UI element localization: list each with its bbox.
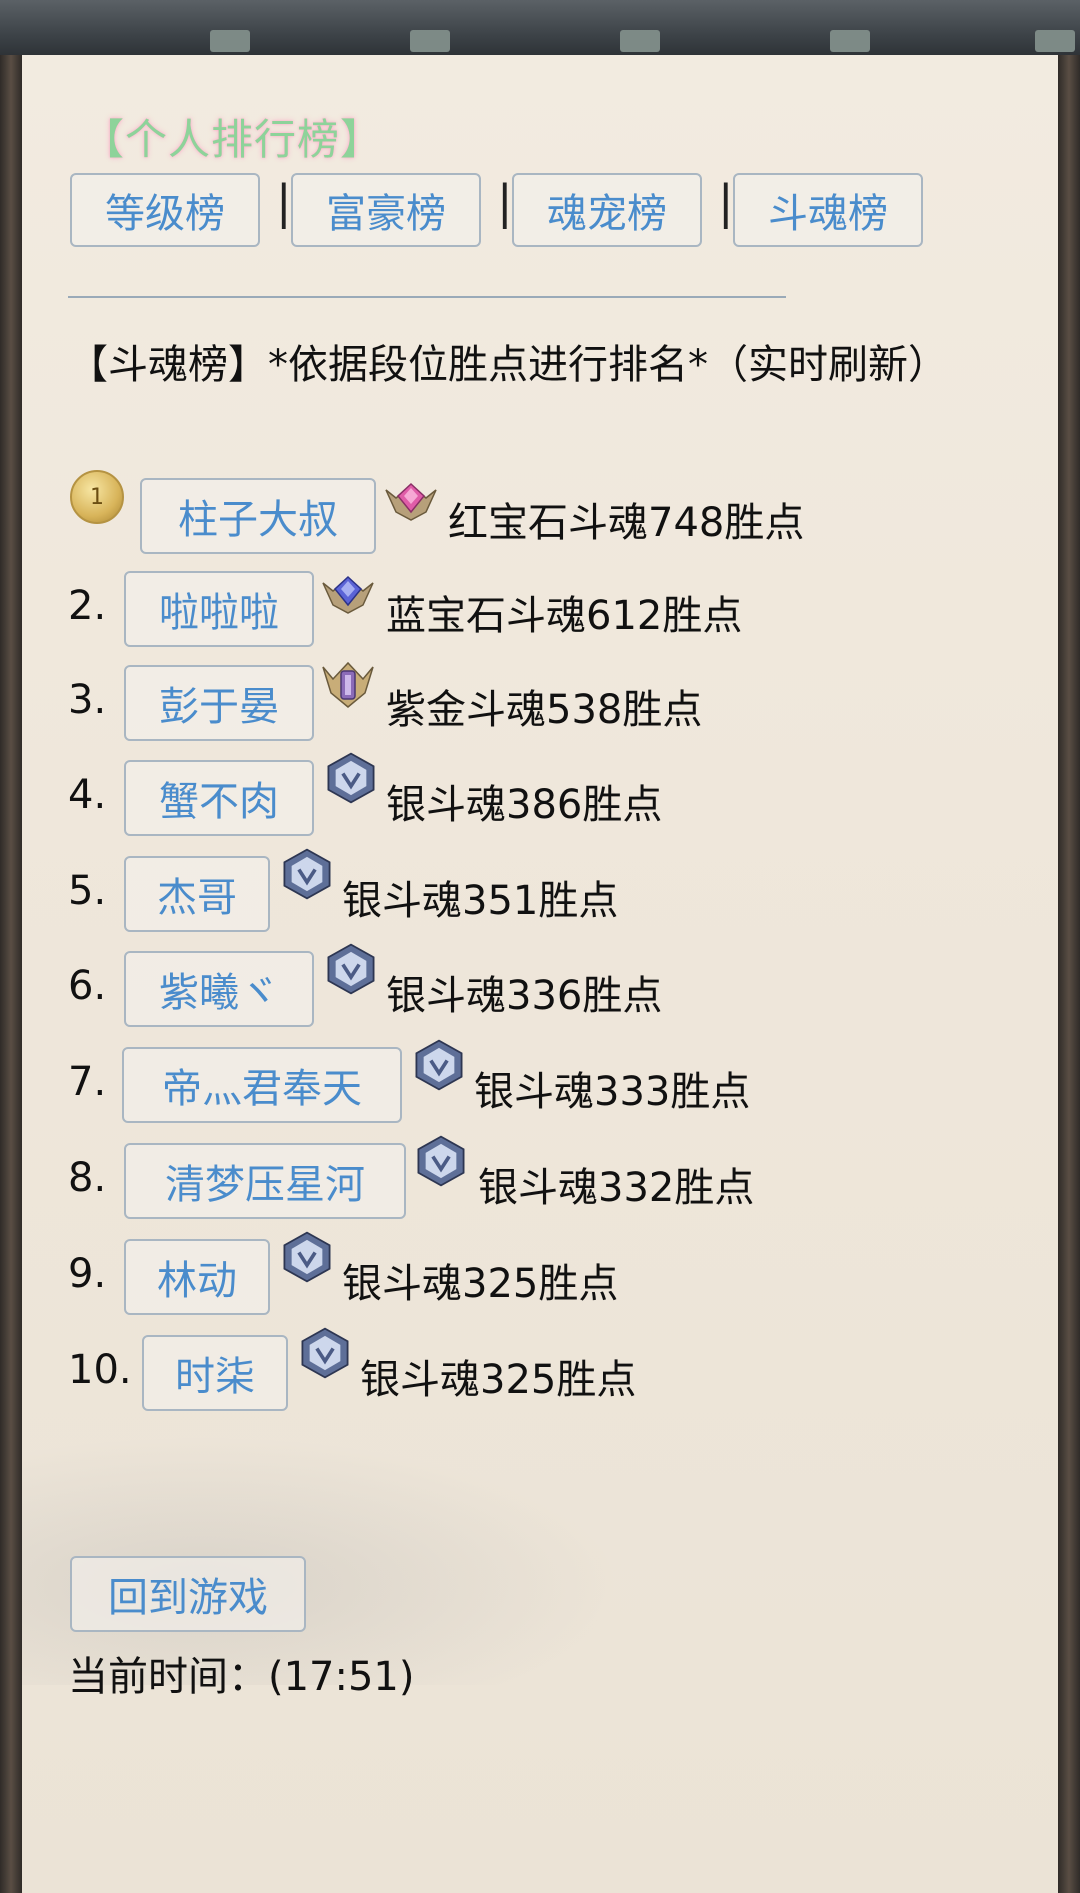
rank-number: 6. (68, 963, 107, 1009)
list-item: 8. 清梦压星河 银斗魂332胜点 (68, 1135, 968, 1219)
list-item: 柱子大叔 红宝石斗魂748胜点 (68, 478, 968, 554)
rank-description: 红宝石斗魂748胜点 (448, 500, 805, 546)
banner-knot (410, 30, 450, 52)
current-time: 当前时间：(17:51) (68, 1654, 415, 1700)
rank-description: 银斗魂333胜点 (474, 1069, 751, 1115)
section-title: 【个人排行榜】 (82, 115, 384, 164)
silver-rank-icon (301, 1327, 349, 1379)
rank-description: 银斗魂336胜点 (386, 973, 663, 1019)
tab-douhun[interactable]: 斗魂榜 (733, 173, 923, 247)
list-item: 10. 时柒 银斗魂325胜点 (68, 1327, 968, 1411)
tab-wealth[interactable]: 富豪榜 (291, 173, 481, 247)
rank-description: 蓝宝石斗魂612胜点 (386, 593, 743, 639)
banner-knot (1035, 30, 1075, 52)
rank-number: 9. (68, 1251, 107, 1297)
rank-description: 银斗魂351胜点 (342, 878, 619, 924)
back-to-game-button[interactable]: 回到游戏 (70, 1556, 306, 1632)
list-item: 5. 杰哥 银斗魂351胜点 (68, 848, 968, 932)
silver-rank-icon (283, 848, 331, 900)
list-item: 3. 彭于晏 紫金斗魂538胜点 (68, 661, 968, 741)
player-name-button[interactable]: 杰哥 (124, 856, 270, 932)
banner-knot (210, 30, 250, 52)
top-banner (0, 0, 1080, 60)
rank-number: 8. (68, 1155, 107, 1201)
player-name-button[interactable]: 彭于晏 (124, 665, 314, 741)
leaderboard-heading: 【斗魂榜】*依据段位胜点进行排名*（实时刷新） (68, 342, 948, 388)
scroll-edge-right (1058, 55, 1080, 1893)
list-item: 6. 紫曦ヾ 银斗魂336胜点 (68, 943, 968, 1027)
player-name-button[interactable]: 柱子大叔 (140, 478, 376, 554)
banner-knot (620, 30, 660, 52)
rank-description: 紫金斗魂538胜点 (386, 687, 703, 733)
rank-description: 银斗魂325胜点 (360, 1357, 637, 1403)
silver-rank-icon (415, 1039, 463, 1091)
rank-number: 4. (68, 772, 107, 818)
player-name-button[interactable]: 啦啦啦 (124, 571, 314, 647)
banner-knot (830, 30, 870, 52)
rank-description: 银斗魂325胜点 (342, 1261, 619, 1307)
player-name-button[interactable]: 帝灬君奉天 (122, 1047, 402, 1123)
silver-rank-icon (283, 1231, 331, 1283)
tab-separator: | (718, 175, 734, 229)
player-name-button[interactable]: 林动 (124, 1239, 270, 1315)
rank-number: 3. (68, 677, 107, 723)
silver-rank-icon (417, 1135, 465, 1187)
silver-rank-icon (327, 943, 375, 995)
tab-separator: | (497, 175, 513, 229)
list-item: 7. 帝灬君奉天 银斗魂333胜点 (68, 1039, 968, 1123)
tab-separator: | (276, 175, 292, 229)
silver-rank-icon (327, 752, 375, 804)
list-item: 9. 林动 银斗魂325胜点 (68, 1231, 968, 1315)
ruby-rank-icon (385, 482, 437, 521)
rank-number: 10. (68, 1347, 132, 1393)
tab-level[interactable]: 等级榜 (70, 173, 260, 247)
divider (68, 296, 786, 298)
rank-number: 7. (68, 1059, 107, 1105)
rank-description: 银斗魂386胜点 (386, 782, 663, 828)
rank-description: 银斗魂332胜点 (478, 1165, 755, 1211)
rank-number: 5. (68, 868, 107, 914)
sapphire-rank-icon (322, 575, 374, 614)
player-name-button[interactable]: 蟹不肉 (124, 760, 314, 836)
player-name-button[interactable]: 时柒 (142, 1335, 288, 1411)
player-name-button[interactable]: 清梦压星河 (124, 1143, 406, 1219)
rank-number: 2. (68, 583, 107, 629)
scroll-edge-left (0, 55, 22, 1893)
list-item: 4. 蟹不肉 银斗魂386胜点 (68, 752, 968, 836)
purple-gold-rank-icon (322, 661, 374, 708)
list-item: 2. 啦啦啦 蓝宝石斗魂612胜点 (68, 571, 968, 647)
player-name-button[interactable]: 紫曦ヾ (124, 951, 314, 1027)
tab-pet[interactable]: 魂宠榜 (512, 173, 702, 247)
